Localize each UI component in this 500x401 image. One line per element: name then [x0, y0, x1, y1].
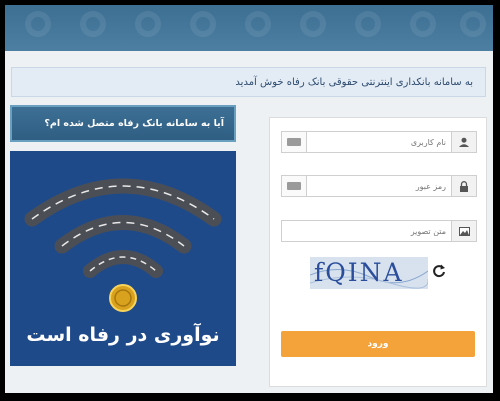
watermark-icon	[25, 11, 51, 37]
refresh-icon[interactable]	[432, 264, 446, 278]
keyboard-icon[interactable]	[282, 176, 307, 196]
site-header	[5, 5, 493, 51]
image-icon	[451, 221, 476, 241]
watermark-icon	[190, 11, 216, 37]
lock-icon	[451, 176, 476, 196]
promo-banner: نوآوری در رفاه است	[10, 151, 236, 366]
welcome-text: به سامانه بانکداری اینترنتی حقوقی بانک ر…	[235, 76, 473, 88]
watermark-icon	[135, 11, 161, 37]
connection-check-link[interactable]: آیا به سامانه بانک رفاه متصل شده ام؟	[10, 105, 236, 142]
login-button[interactable]: ورود	[281, 331, 475, 357]
gold-coin-icon	[109, 284, 137, 312]
captcha-image: fQINA	[310, 257, 428, 289]
watermark-icon	[410, 11, 436, 37]
welcome-banner: به سامانه بانکداری اینترنتی حقوقی بانک ر…	[11, 67, 486, 97]
password-input[interactable]	[307, 176, 451, 196]
watermark-icon	[245, 11, 271, 37]
password-field	[281, 175, 477, 197]
watermark-icon	[300, 11, 326, 37]
watermark-icon	[80, 11, 106, 37]
watermark-icon	[460, 11, 486, 37]
captcha-text: fQINA	[314, 258, 404, 287]
username-field	[281, 131, 477, 153]
browser-viewport: به سامانه بانکداری اینترنتی حقوقی بانک ر…	[5, 5, 493, 393]
captcha-field	[281, 220, 477, 242]
captcha-input[interactable]	[282, 221, 451, 241]
username-input[interactable]	[307, 132, 451, 152]
watermark-icon	[355, 11, 381, 37]
promo-slogan: نوآوری در رفاه است	[26, 324, 220, 346]
connection-check-label: آیا به سامانه بانک رفاه متصل شده ام؟	[44, 118, 224, 129]
user-icon	[451, 132, 476, 152]
keyboard-icon[interactable]	[282, 132, 307, 152]
